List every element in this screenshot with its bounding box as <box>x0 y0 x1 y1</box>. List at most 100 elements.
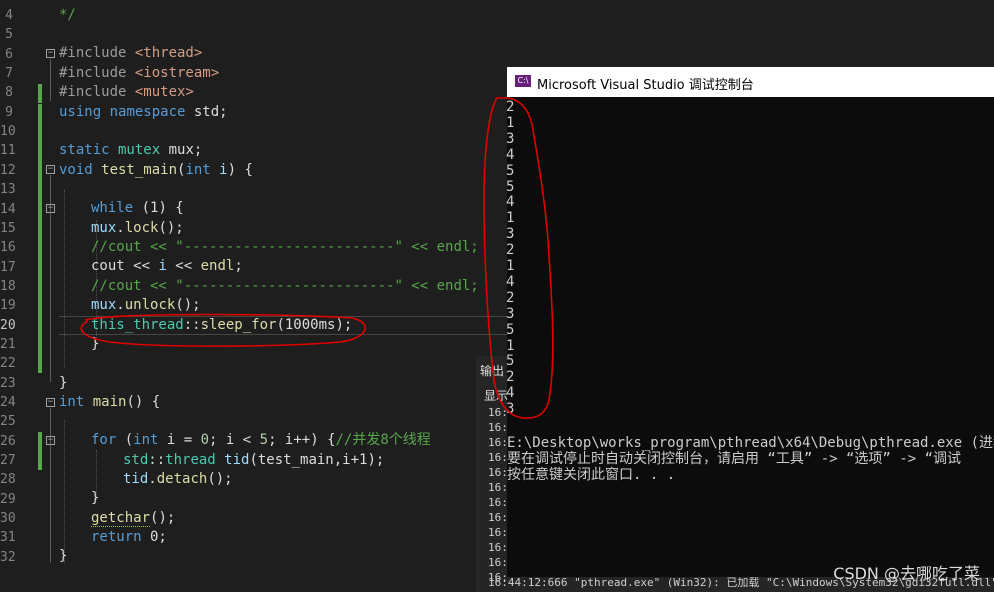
console-output-number: 1 <box>506 337 515 354</box>
code-line-14[interactable]: while (1) { <box>91 199 184 218</box>
keyword: while <box>91 200 134 216</box>
punctuation: ) { <box>227 162 253 178</box>
code-line-24[interactable]: int main() { <box>59 393 160 412</box>
code-line-30[interactable]: getchar(); <box>91 509 175 528</box>
punctuation: (); <box>150 510 176 526</box>
fold-guide <box>50 446 51 498</box>
code-line-12[interactable]: void test_main(int i) { <box>59 161 253 180</box>
function-name: unlock <box>124 297 176 313</box>
fold-toggle-icon[interactable]: − <box>46 165 55 174</box>
code-line-18[interactable]: //cout << "-------------------------" <<… <box>91 277 479 296</box>
line-number: 20 <box>0 317 16 333</box>
line-number: 7 <box>5 66 13 82</box>
code-line-4[interactable]: */ <box>59 6 76 25</box>
line-number: 30 <box>0 511 16 527</box>
code-line-17[interactable]: cout << i << endl; <box>91 257 243 276</box>
punctuation: (); <box>207 471 233 487</box>
line-number: 16 <box>0 240 16 256</box>
code-line-26[interactable]: for (int i = 0; i < 5; i++) {//并发8个线程 <box>91 431 431 450</box>
code-line-21[interactable]: } <box>91 335 99 354</box>
include-header: <mutex> <box>134 84 194 100</box>
comment: //cout << " <box>91 278 184 294</box>
code-line-31[interactable]: return 0; <box>91 528 167 547</box>
console-output-number: 4 <box>506 385 515 402</box>
output-tab[interactable]: 输出 <box>480 362 504 379</box>
keyword: static <box>59 142 110 158</box>
identifier: ; i < <box>209 432 260 448</box>
code-line-28[interactable]: tid.detach(); <box>123 470 233 489</box>
code-line-7[interactable]: #include <iostream> <box>59 64 219 83</box>
line-number: 24 <box>0 395 16 410</box>
fold-toggle-icon[interactable]: − <box>46 436 55 445</box>
output-show-label: 显示 <box>484 389 509 403</box>
console-output-number: 1 <box>506 114 515 131</box>
type-name: thread <box>165 452 216 468</box>
keyword: void <box>59 162 93 178</box>
identifier: tid <box>215 452 250 468</box>
include-directive: #include <box>59 84 135 100</box>
function-name: sleep_for <box>200 317 277 333</box>
console-output-number: 2 <box>506 99 515 115</box>
console-title-bar[interactable]: C:\ Microsoft Visual Studio 调试控制台 <box>507 67 994 97</box>
console-exit-line: E:\Desktop\works_program\pthread\x64\Deb… <box>507 435 994 451</box>
console-output-number: 1 <box>506 210 515 227</box>
keyword: return <box>91 529 142 545</box>
line-number: 4 <box>5 8 13 23</box>
fold-guide <box>50 59 51 101</box>
line-number: 25 <box>0 414 16 430</box>
line-number: 18 <box>0 278 16 294</box>
code-line-11[interactable]: static mutex mux; <box>59 141 202 160</box>
number-literal: 0; <box>141 529 167 545</box>
code-line-9[interactable]: using namespace std; <box>59 103 228 122</box>
fold-toggle-icon[interactable]: − <box>46 204 55 213</box>
function-name: getchar <box>91 510 151 527</box>
identifier: tid <box>123 471 149 487</box>
punctuation: (); <box>175 297 201 313</box>
args: (test_main,i+1); <box>249 452 385 468</box>
condition: (1) { <box>133 200 184 216</box>
keyword: using <box>59 104 102 120</box>
code-line-6[interactable]: #include <thread> <box>59 44 202 63</box>
fold-guide <box>50 214 51 348</box>
code-line-23[interactable]: } <box>59 374 67 393</box>
line-number: 9 <box>5 104 13 120</box>
namespace: this_thread <box>91 317 184 333</box>
code-line-29[interactable]: } <box>91 489 99 508</box>
console-output-number: 4 <box>506 194 515 211</box>
identifier: cout <box>91 258 125 274</box>
identifier: mux <box>91 220 117 236</box>
include-directive: #include <box>59 45 135 61</box>
code-line-16[interactable]: //cout << "-------------------------" <<… <box>91 238 479 257</box>
type-name: mutex <box>109 142 161 158</box>
include-directive: #include <box>59 65 135 81</box>
code-line-8[interactable]: #include <mutex> <box>59 83 194 102</box>
punctuation: :: <box>183 317 201 333</box>
code-line-19[interactable]: mux.unlock(); <box>91 296 201 315</box>
include-header: <thread> <box>134 45 203 61</box>
identifier: endl <box>200 258 235 274</box>
brace: } <box>59 375 68 391</box>
code-line-15[interactable]: mux.lock(); <box>91 219 184 238</box>
punctuation: ( <box>116 432 134 448</box>
editor-gutter: 4 5 6 7 8 9 10 11 12 13 14 15 16 17 18 19 20 21 22 23 24 25 26… <box>0 0 40 592</box>
fold-toggle-icon[interactable]: − <box>46 49 55 58</box>
console-output-number: 3 <box>506 130 515 147</box>
function-name: lock <box>124 220 159 236</box>
console-output-number: 4 <box>506 146 515 163</box>
line-number: 29 <box>0 491 16 507</box>
change-marker <box>38 84 42 103</box>
fold-toggle-icon[interactable]: − <box>46 398 55 407</box>
console-output-number: 4 <box>506 273 515 290</box>
line-number: 17 <box>0 259 16 275</box>
punctuation: (); <box>158 220 184 236</box>
code-line-20[interactable]: this_thread::sleep_for(1000ms); <box>91 316 352 335</box>
function-name: test_main <box>92 162 178 178</box>
code-line-27[interactable]: std::thread tid(test_main,i+1); <box>123 451 384 470</box>
identifier: i <box>158 258 167 274</box>
debug-console-window[interactable]: C:\ Microsoft Visual Studio 调试控制台 213455… <box>506 67 994 577</box>
line-number: 15 <box>0 220 16 236</box>
comment: //cout << " <box>91 239 184 255</box>
code-line-32[interactable]: } <box>59 547 67 566</box>
punctuation: . <box>148 471 157 487</box>
console-app-icon: C:\ <box>515 75 531 87</box>
